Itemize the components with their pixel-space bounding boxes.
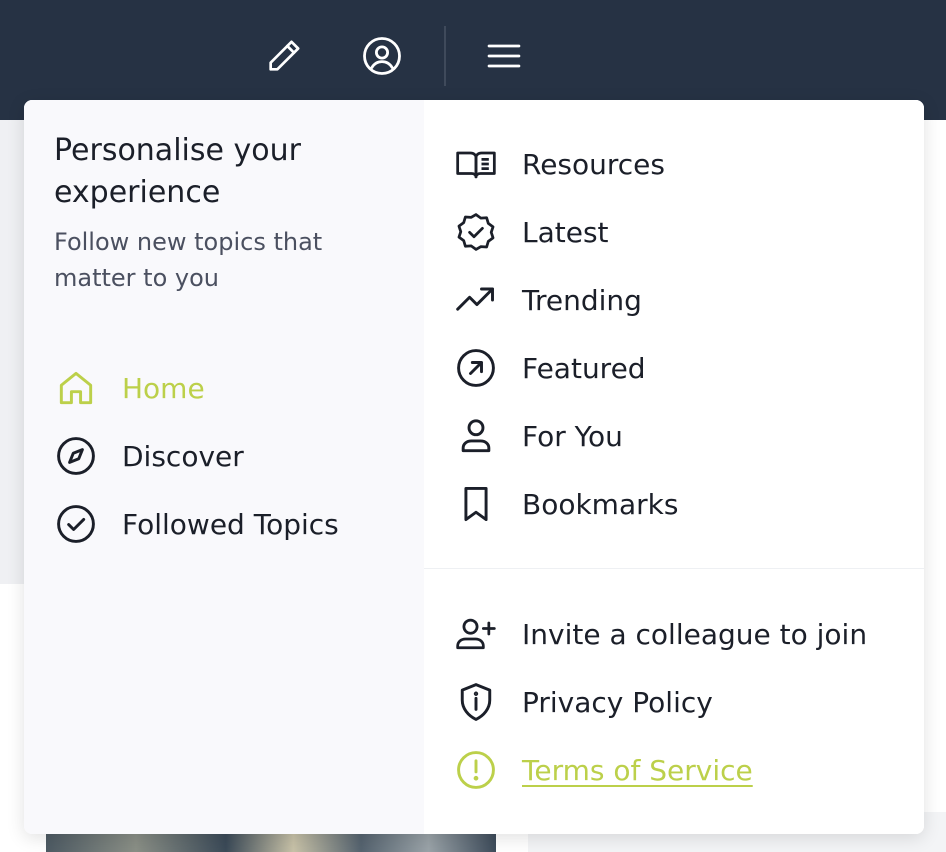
nav-item-discover[interactable]: Discover [54, 422, 339, 490]
nav-item-resources[interactable]: Resources [454, 130, 678, 198]
header-divider [444, 26, 446, 86]
personal-nav: Home Discover Followed Topics [54, 354, 339, 558]
arrow-up-right-circle-icon [454, 344, 502, 392]
hamburger-menu-icon[interactable] [482, 34, 526, 78]
content-nav: Resources Latest Trending Featured For Y… [454, 130, 678, 538]
nav-item-featured[interactable]: Featured [454, 334, 678, 402]
nav-item-bookmarks[interactable]: Bookmarks [454, 470, 678, 538]
user-circle-icon[interactable] [360, 34, 404, 78]
nav-label-resources: Resources [522, 147, 665, 181]
bookmark-icon [454, 480, 502, 528]
nav-label-bookmarks: Bookmarks [522, 487, 679, 521]
nav-label-discover: Discover [122, 439, 244, 473]
nav-label-home: Home [122, 371, 205, 405]
nav-item-for-you[interactable]: For You [454, 402, 678, 470]
pencil-icon[interactable] [262, 34, 306, 78]
badge-check-icon [454, 208, 502, 256]
menu-section-divider [424, 568, 924, 569]
navigation-menu-panel: Personalise your experience Follow new t… [24, 100, 924, 834]
alert-circle-icon [454, 746, 502, 794]
personalise-title: Personalise your experience [54, 133, 301, 210]
shield-icon [454, 678, 502, 726]
nav-item-home[interactable]: Home [54, 354, 339, 422]
compass-icon [54, 432, 102, 480]
nav-label-latest: Latest [522, 215, 609, 249]
user-plus-icon [454, 610, 502, 658]
main-nav-column: Resources Latest Trending Featured For Y… [424, 100, 924, 834]
nav-item-latest[interactable]: Latest [454, 198, 678, 266]
nav-item-privacy-policy[interactable]: Privacy Policy [454, 668, 867, 736]
personalise-subtitle: Follow new topics that matter to you [54, 228, 323, 292]
nav-label-invite-colleague: Invite a colleague to join [522, 617, 868, 651]
nav-item-terms-of-service[interactable]: Terms of Service [454, 736, 867, 804]
user-icon [454, 412, 502, 460]
nav-item-trending[interactable]: Trending [454, 266, 678, 334]
book-open-icon [454, 140, 502, 188]
home-icon [54, 364, 102, 412]
nav-label-terms-of-service: Terms of Service [522, 753, 753, 787]
nav-label-featured: Featured [522, 351, 646, 385]
nav-label-privacy-policy: Privacy Policy [522, 685, 713, 719]
nav-label-for-you: For You [522, 419, 623, 453]
personalise-column: Personalise your experience Follow new t… [24, 100, 424, 834]
nav-label-trending: Trending [522, 283, 642, 317]
check-circle-icon [54, 500, 102, 548]
nav-item-followed-topics[interactable]: Followed Topics [54, 490, 339, 558]
nav-item-invite-colleague[interactable]: Invite a colleague to join [454, 600, 867, 668]
account-nav: Invite a colleague to join Privacy Polic… [454, 600, 867, 804]
trending-up-icon [454, 276, 502, 324]
nav-label-followed-topics: Followed Topics [122, 507, 339, 541]
